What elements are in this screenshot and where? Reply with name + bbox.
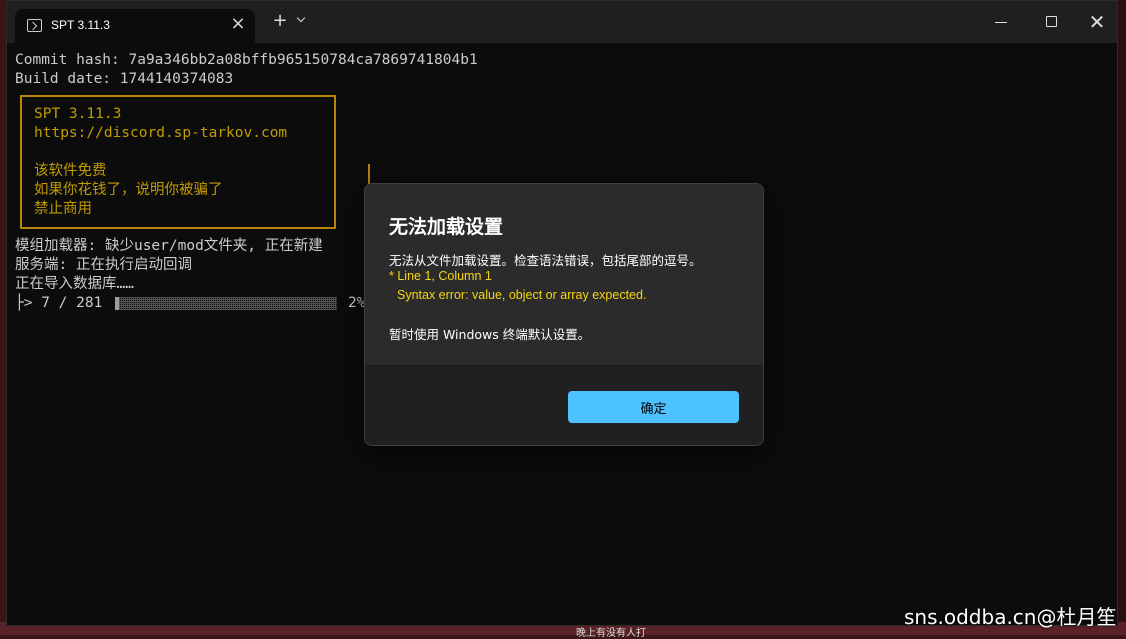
maximize-icon[interactable] [1046,16,1057,27]
background-chat-snippet: 晚上有没有人打 [576,628,646,639]
tab-close-icon[interactable]: × [227,13,249,34]
settings-error-dialog: 无法加载设置 无法从文件加载设置。检查语法错误，包括尾部的逗号。 * Line … [364,183,764,446]
dialog-message: 无法从文件加载设置。检查语法错误，包括尾部的逗号。 [389,253,702,268]
tab-spt[interactable]: SPT 3.11.3 × [15,9,255,43]
watermark: sns.oddba.cn@杜月笙 [904,605,1117,629]
terminal-icon [27,19,42,32]
dialog-note: 暂时使用 Windows 终端默认设置。 [389,327,591,342]
minimize-icon[interactable] [995,22,1007,23]
progress-label: ├> 7 / 281 [15,295,103,311]
tab-title: SPT 3.11.3 [51,18,110,32]
new-tab-plus-icon[interactable]: + [269,11,291,31]
build-date-line: Build date: 1744140374083 [15,71,234,87]
spt-banner: SPT 3.11.3 https://discord.sp-tarkov.com… [20,95,336,229]
ok-button[interactable]: 确定 [568,391,739,423]
progress-bar [115,297,337,310]
title-bar: SPT 3.11.3 × + ✕ [7,1,1117,43]
banner-line: SPT 3.11.3 [34,106,122,122]
dialog-error-detail: Syntax error: value, object or array exp… [397,288,647,302]
chevron-down-icon[interactable] [297,15,305,23]
banner-border-fragment [368,164,370,184]
banner-line: 禁止商用 [34,201,92,217]
close-window-icon[interactable]: ✕ [1087,9,1107,35]
progress-percent: 2% [348,295,366,311]
dialog-error-location: * Line 1, Column 1 [389,269,492,283]
background-edge [1118,0,1126,635]
banner-line: 如果你花钱了，说明你被骗了 [34,182,223,198]
dialog-title: 无法加载设置 [389,216,504,238]
banner-line: 该软件免费 [34,163,107,179]
dialog-footer: 确定 [365,365,763,445]
progress-fill [115,297,120,310]
banner-line: https://discord.sp-tarkov.com [34,125,288,141]
commit-hash-line: Commit hash: 7a9a346bb2a08bffb965150784c… [15,52,478,68]
